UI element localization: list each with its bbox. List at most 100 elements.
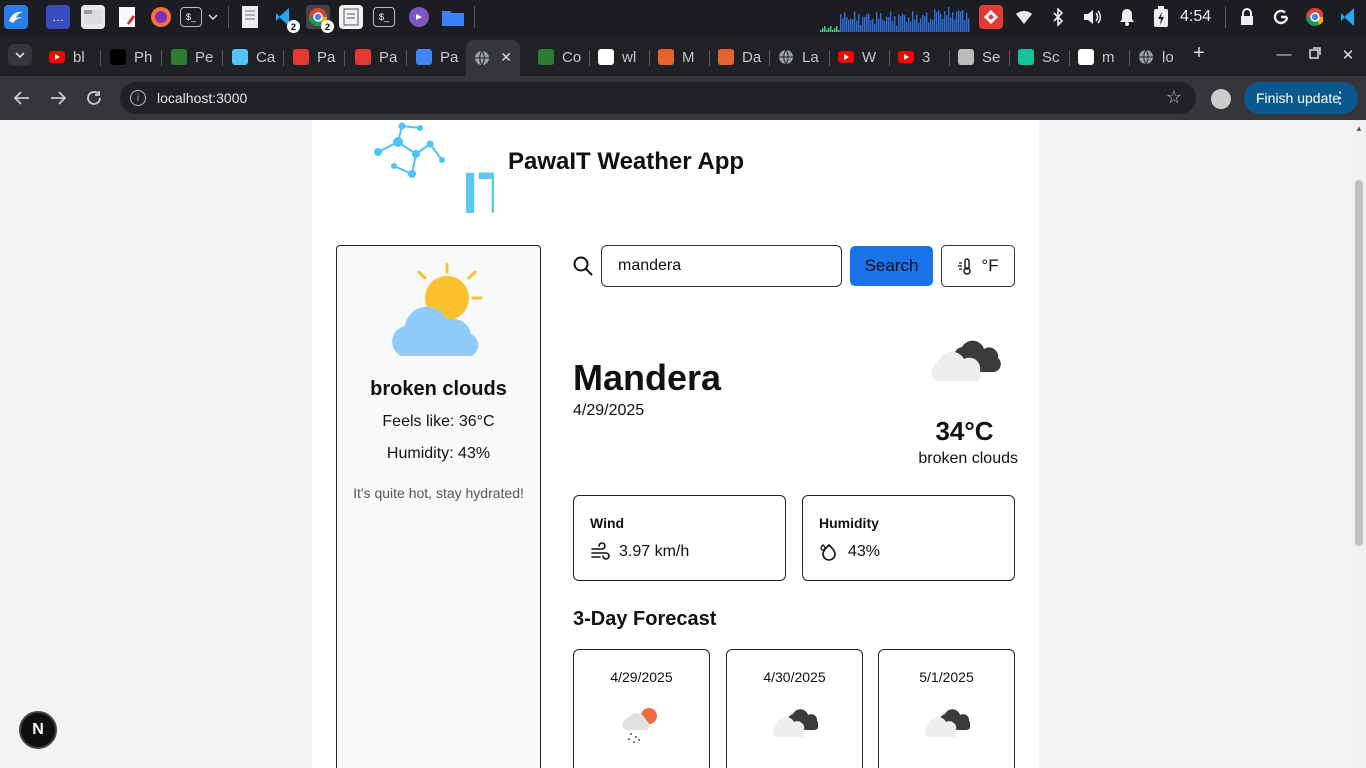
- rain-sun-icon: [622, 708, 657, 743]
- tab-title: Co: [562, 48, 582, 66]
- browser-tab[interactable]: Pa: [285, 42, 343, 72]
- browser-tab[interactable]: 3: [890, 42, 948, 72]
- google-g-icon[interactable]: [1272, 8, 1290, 26]
- battery-charging-icon[interactable]: [1152, 6, 1170, 27]
- wifi-icon[interactable]: [1015, 8, 1033, 26]
- browser-tab[interactable]: Ca: [224, 42, 282, 72]
- finish-update-label: Finish update: [1256, 90, 1341, 106]
- globe-icon: [1138, 49, 1154, 65]
- unit-toggle-label: °F: [981, 256, 999, 275]
- profile-avatar-icon[interactable]: [1211, 89, 1231, 109]
- notes-icon[interactable]: [339, 5, 363, 29]
- tab-title: Se: [982, 48, 1001, 66]
- browser-tab[interactable]: W: [830, 42, 888, 72]
- tab-title: lo: [1162, 48, 1174, 66]
- audio-player-icon[interactable]: [407, 5, 431, 29]
- tab-title: Pe: [195, 48, 214, 66]
- address-bar[interactable]: i localhost:3000 ☆: [120, 82, 1196, 114]
- tab-title: Pa: [379, 48, 398, 66]
- bookmark-star-icon[interactable]: ☆: [1166, 87, 1182, 108]
- terminal-icon[interactable]: $_: [373, 7, 395, 27]
- maximize-icon[interactable]: [1305, 46, 1325, 63]
- chrome-icon[interactable]: [1305, 8, 1323, 27]
- chrome-icon[interactable]: 2: [306, 5, 334, 33]
- launcher-icon[interactable]: [4, 5, 28, 29]
- city-search-input[interactable]: [601, 245, 842, 287]
- tab-title: Pa: [317, 48, 336, 66]
- minimize-icon[interactable]: —: [1274, 46, 1294, 63]
- site-info-icon[interactable]: i: [130, 90, 146, 106]
- producthunt-icon: [110, 49, 126, 65]
- browser-tab[interactable]: Sc: [1010, 42, 1068, 72]
- bluetooth-icon[interactable]: [1049, 8, 1067, 26]
- tab-search-dropdown[interactable]: [8, 44, 32, 66]
- text-editor-icon[interactable]: [115, 5, 139, 29]
- browser-tab[interactable]: m: [1070, 42, 1128, 72]
- system-clock: 4:54: [1180, 8, 1212, 25]
- youtube-icon: [49, 49, 65, 65]
- workspace-icon[interactable]: …: [46, 5, 70, 29]
- mascot-icon: [658, 49, 674, 65]
- humidity-value: 43%: [848, 543, 881, 560]
- app-title: PawaIT Weather App: [508, 148, 745, 175]
- github-icon: [1078, 49, 1094, 65]
- browser-tab[interactable]: bl: [41, 42, 99, 72]
- vscode-icon[interactable]: 2: [272, 5, 300, 33]
- finish-update-button[interactable]: Finish update ⋮: [1244, 82, 1358, 114]
- weather-summary-card: broken clouds Feels like: 36°C Humidity:…: [336, 245, 541, 768]
- url-text[interactable]: localhost:3000: [157, 90, 247, 106]
- calendar-icon: [232, 49, 248, 65]
- volume-icon[interactable]: [1083, 8, 1101, 26]
- scroll-up-icon[interactable]: ▲: [1355, 124, 1363, 133]
- browser-tab[interactable]: wl: [590, 42, 648, 72]
- terminal-icon[interactable]: $_: [180, 7, 202, 27]
- folder-icon[interactable]: [441, 5, 465, 29]
- file-manager-icon[interactable]: [81, 5, 105, 29]
- back-button[interactable]: [10, 86, 34, 110]
- browser-tab[interactable]: Pa: [347, 42, 405, 72]
- youtube-icon: [898, 49, 914, 65]
- forward-button[interactable]: [46, 86, 70, 110]
- more-options-icon[interactable]: ⋮: [1332, 88, 1348, 108]
- browser-tab[interactable]: La: [770, 42, 828, 72]
- google-icon: [598, 49, 614, 65]
- browser-tab[interactable]: M: [650, 42, 708, 72]
- tab-title: wl: [622, 48, 637, 66]
- broken-clouds-icon: [931, 340, 1001, 381]
- nextjs-dev-badge[interactable]: N: [19, 711, 57, 749]
- page-scrollbar[interactable]: ▲: [1352, 120, 1366, 768]
- anydesk-icon[interactable]: [979, 5, 1003, 29]
- vscode-icon[interactable]: [1339, 8, 1357, 26]
- wind-icon: [591, 542, 610, 560]
- browser-tab[interactable]: lo: [1130, 42, 1188, 72]
- tab-title: bl: [73, 48, 85, 66]
- forecast-title: 3-Day Forecast: [573, 608, 717, 630]
- firefox-icon[interactable]: [149, 5, 173, 29]
- location-pin-icon: [293, 49, 309, 65]
- wind-card: Wind 3.97 km/h: [573, 495, 786, 581]
- reload-button[interactable]: [82, 86, 106, 110]
- browser-tab[interactable]: Se: [950, 42, 1008, 72]
- close-window-icon[interactable]: ✕: [1338, 46, 1358, 64]
- browser-tab[interactable]: Pa: [408, 42, 466, 72]
- os-taskbar: … $_ 2 2 $_ 4:54: [0, 0, 1366, 34]
- browser-tab[interactable]: Pe: [163, 42, 221, 72]
- browser-tab[interactable]: Ph: [102, 42, 160, 72]
- tab-active[interactable]: ✕: [466, 40, 520, 76]
- chevron-down-icon[interactable]: [205, 5, 221, 29]
- close-tab-icon[interactable]: ✕: [500, 49, 512, 66]
- tab-title: Da: [742, 48, 762, 66]
- notification-bell-icon[interactable]: [1118, 8, 1136, 26]
- humidity-label: Humidity: [819, 515, 879, 531]
- lock-icon[interactable]: [1238, 8, 1256, 26]
- location-pin-icon: [355, 49, 371, 65]
- new-tab-button[interactable]: +: [1189, 42, 1209, 65]
- browser-tab[interactable]: Co: [530, 42, 588, 72]
- wind-value: 3.97 km/h: [619, 543, 690, 560]
- search-button[interactable]: Search: [850, 246, 933, 286]
- unit-toggle-button[interactable]: °F: [941, 245, 1015, 287]
- document-icon[interactable]: [238, 5, 262, 29]
- scrollbar-thumb[interactable]: [1355, 180, 1363, 546]
- browser-tab[interactable]: Da: [710, 42, 768, 72]
- mascot-icon: [718, 49, 734, 65]
